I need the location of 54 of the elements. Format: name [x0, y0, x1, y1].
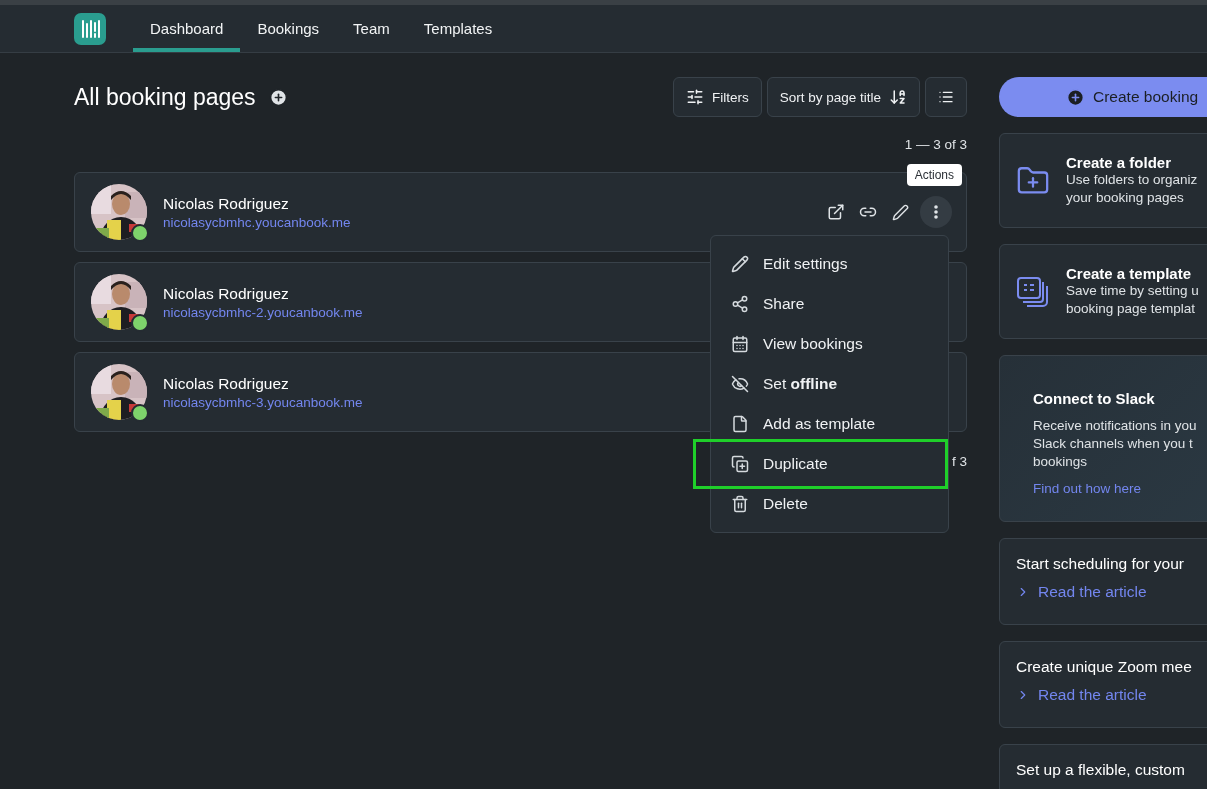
- card-text: your booking pages: [1066, 189, 1185, 207]
- pencil-icon: [731, 255, 749, 273]
- card-title: Create a folder: [1066, 154, 1173, 171]
- card-text: bookings: [1033, 453, 1089, 471]
- sliders-icon: [685, 88, 704, 106]
- page-url[interactable]: nicolasycbmhc.youcanbook.me: [163, 214, 351, 230]
- sort-button[interactable]: Sort by page title: [766, 77, 920, 117]
- menu-item[interactable]: Duplicate: [696, 442, 945, 486]
- card-title: Set up a flexible, custom: [1016, 761, 1186, 779]
- trash-icon: [731, 495, 749, 513]
- card-text: Save time by setting u: [1066, 282, 1199, 300]
- plus-icon: [1066, 87, 1085, 107]
- eye-off-icon: [731, 375, 749, 393]
- card-title: Connect to Slack: [1033, 390, 1156, 407]
- copy-plus-icon: [731, 455, 749, 473]
- more-button[interactable]: [920, 196, 952, 228]
- create-booking-button[interactable]: Create booking: [999, 77, 1207, 117]
- page-url[interactable]: nicolasycbmhc-3.youcanbook.me: [163, 394, 363, 410]
- file-icon: [731, 415, 749, 433]
- nav-tab[interactable]: Bookings: [240, 5, 337, 52]
- stacked-cards-icon: [1016, 274, 1050, 309]
- nav-tab[interactable]: Team: [336, 5, 407, 52]
- calendar-icon: [731, 335, 749, 353]
- menu-item[interactable]: Share: [711, 284, 948, 324]
- card-text: Use folders to organiz: [1066, 171, 1198, 189]
- card-title: Create unique Zoom mee: [1016, 658, 1193, 676]
- tooltip: Actions: [906, 164, 962, 186]
- nav-tab[interactable]: Dashboard: [133, 5, 241, 52]
- list-view-button[interactable]: [925, 77, 967, 117]
- card-title: Start scheduling for your: [1016, 555, 1185, 573]
- read-article-link[interactable]: Read the article: [1016, 583, 1147, 601]
- list-icon: [938, 89, 954, 105]
- page-name: Nicolas Rodriguez: [163, 194, 289, 213]
- read-article-link[interactable]: Read the article: [1016, 686, 1147, 704]
- page-title: All booking pages: [74, 83, 256, 111]
- logo-icon[interactable]: [74, 12, 106, 45]
- pagination-text: f 3: [952, 454, 967, 469]
- card-title: Create a template: [1066, 265, 1193, 282]
- pagination-text: 1 — 3 of 3: [903, 137, 967, 152]
- page-name: Nicolas Rodriguez: [163, 374, 289, 393]
- kebab-icon: [934, 205, 938, 219]
- add-icon[interactable]: [268, 87, 288, 107]
- find-out-link[interactable]: Find out how here: [1033, 481, 1142, 496]
- nav-tab[interactable]: Templates: [406, 5, 510, 52]
- page-name: Nicolas Rodriguez: [163, 284, 289, 303]
- page-url[interactable]: nicolasycbmhc-2.youcanbook.me: [163, 304, 363, 320]
- menu-item[interactable]: Set offline: [711, 364, 948, 404]
- card-text: Receive notifications in you: [1033, 417, 1198, 435]
- card-text: booking page templat: [1066, 300, 1197, 318]
- share-icon: [731, 295, 749, 313]
- menu-item[interactable]: Delete: [711, 484, 948, 524]
- sort-icon: [889, 88, 907, 106]
- filters-button[interactable]: Filters: [672, 77, 762, 117]
- card-text: Slack channels when you t: [1033, 435, 1194, 453]
